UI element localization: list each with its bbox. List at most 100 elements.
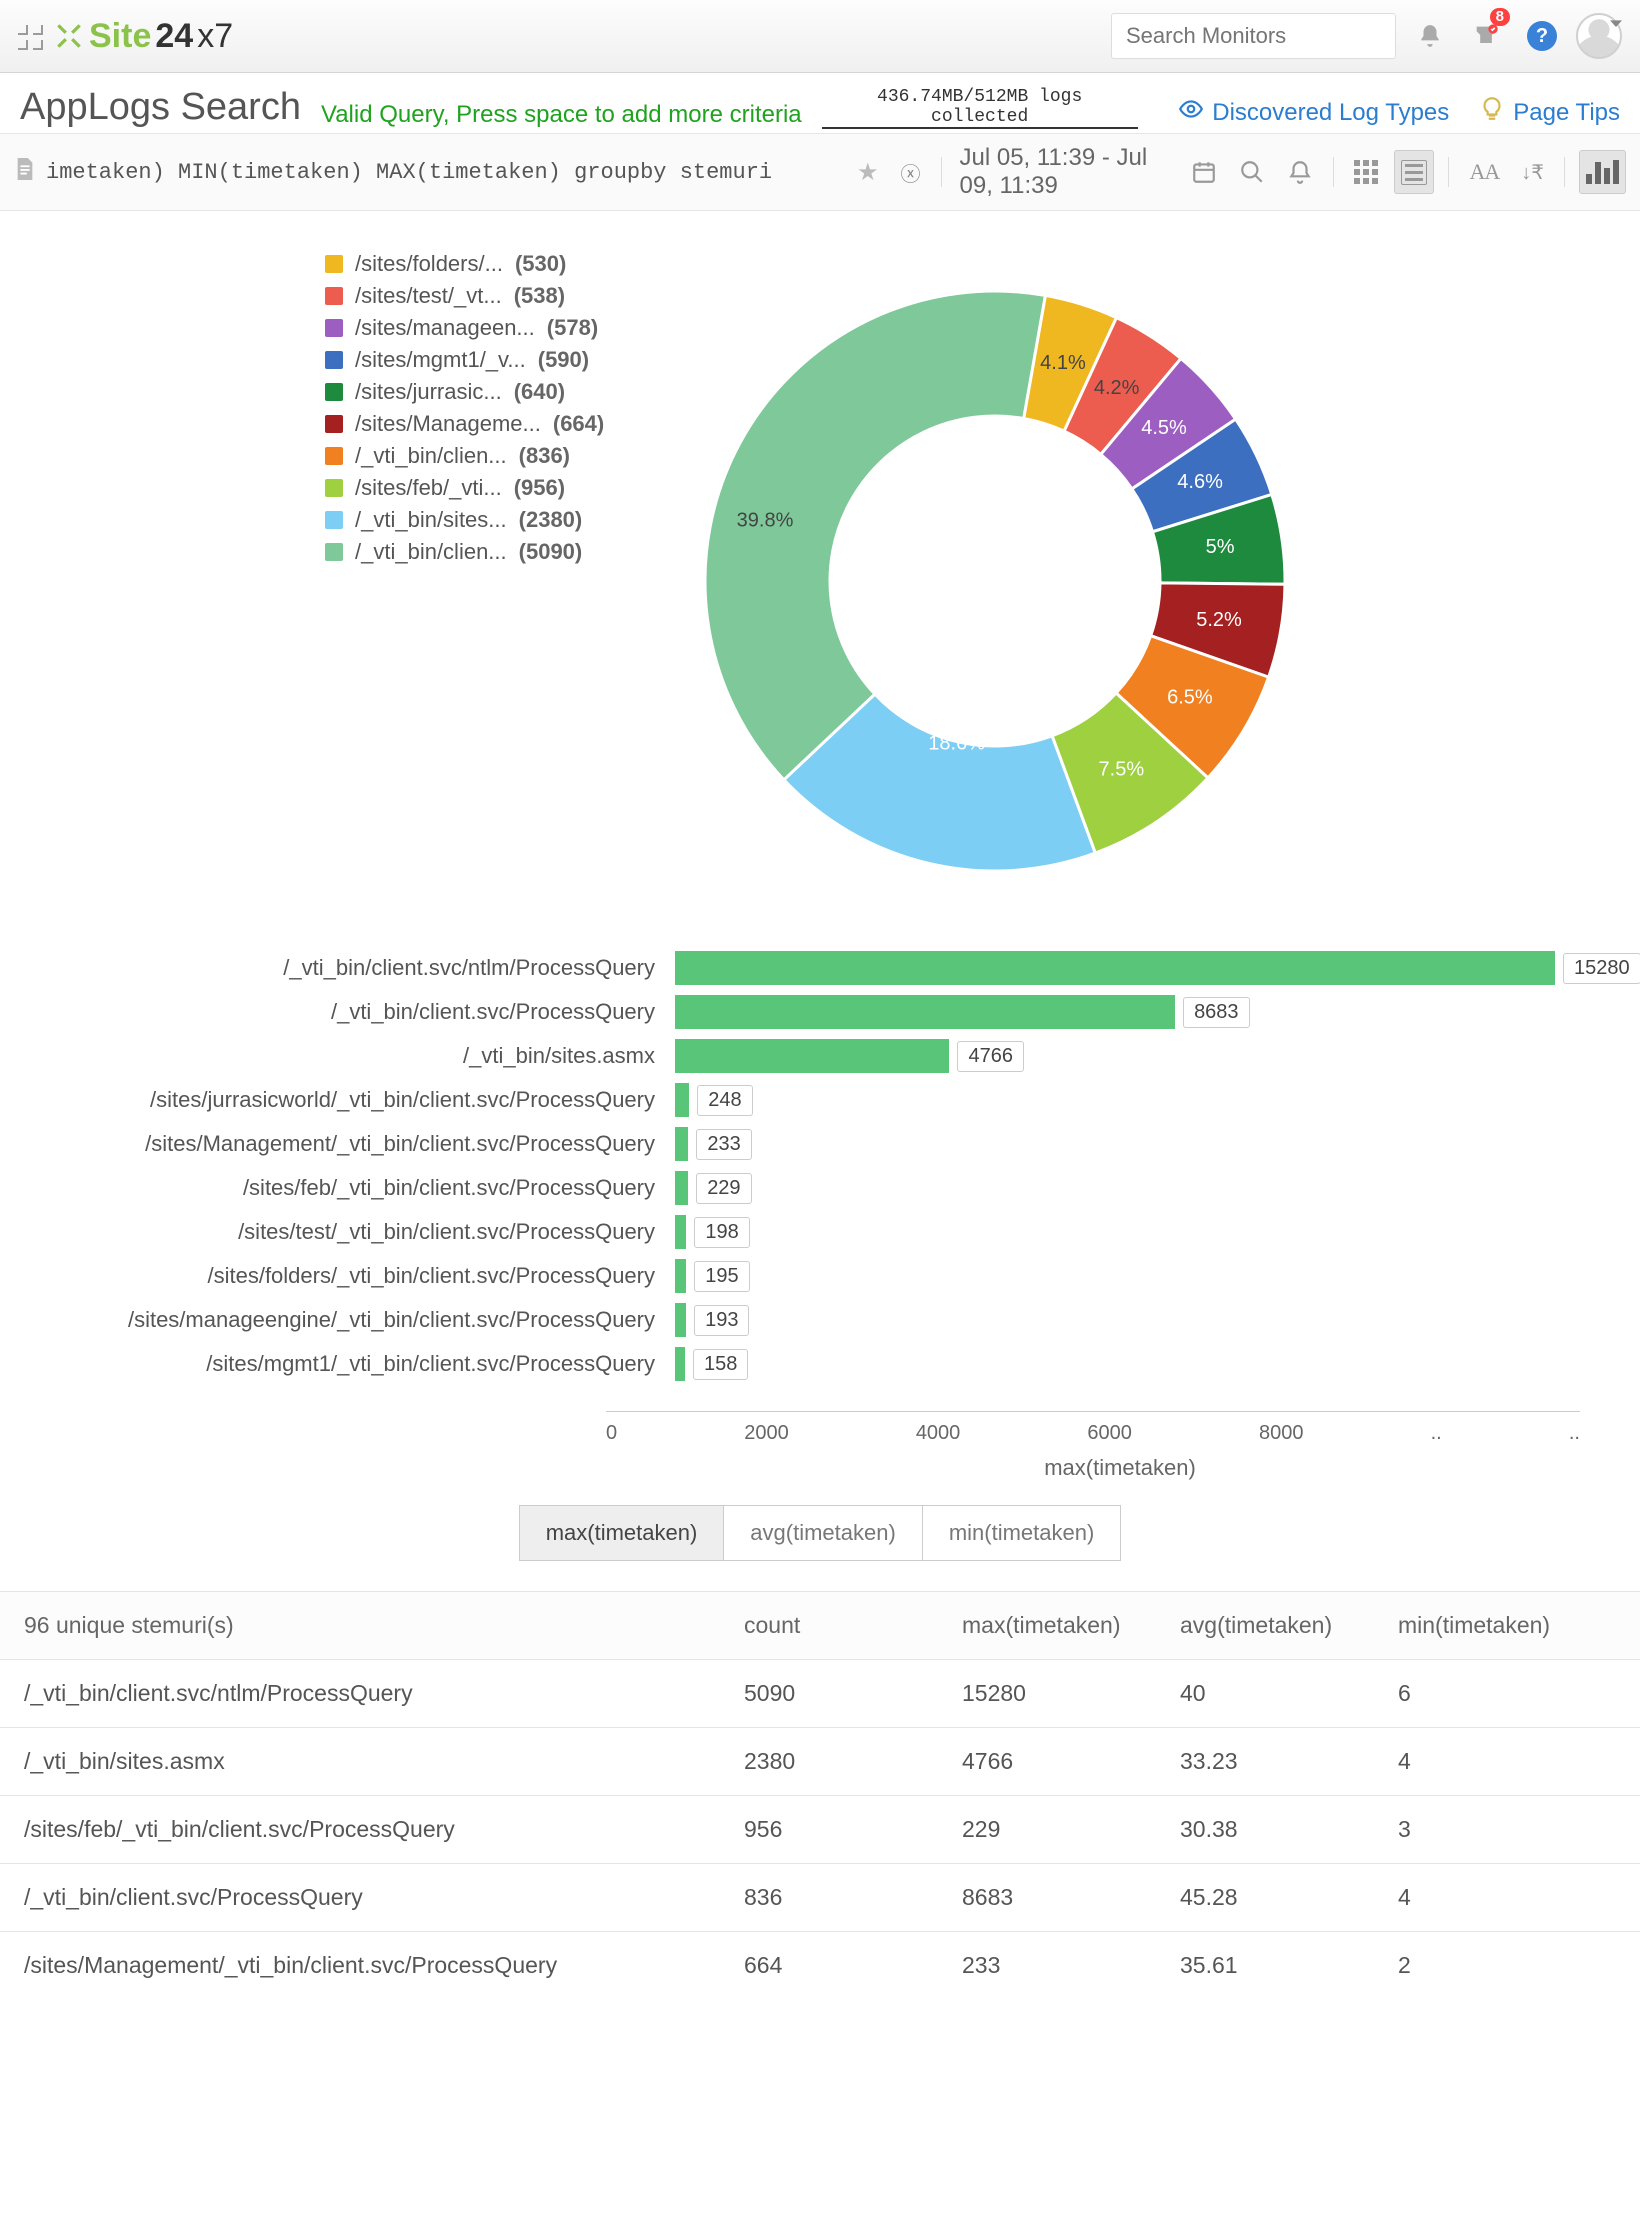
table-header: 96 unique stemuri(s) count max(timetaken… (0, 1591, 1640, 1659)
col-min[interactable]: min(timetaken) (1398, 1612, 1616, 1639)
bar-value: 229 (696, 1173, 751, 1204)
bar-x-title: max(timetaken) (0, 1455, 1640, 1481)
x-tick: 8000 (1259, 1422, 1304, 1445)
bar-row[interactable]: /sites/jurrasicworld/_vti_bin/client.svc… (60, 1083, 1580, 1117)
alert-bell-icon[interactable] (1281, 151, 1319, 193)
legend-item[interactable]: /sites/folders/... (530) (325, 251, 625, 277)
bar-row[interactable]: /_vti_bin/client.svc/ntlm/ProcessQuery15… (60, 951, 1580, 985)
legend-label: /_vti_bin/clien... (355, 443, 507, 469)
bar-row[interactable]: /sites/manageengine/_vti_bin/client.svc/… (60, 1303, 1580, 1337)
calendar-icon[interactable] (1185, 151, 1223, 193)
bar (675, 1215, 686, 1249)
cell-avg: 45.28 (1180, 1884, 1398, 1911)
query-status: Valid Query, Press space to add more cri… (321, 101, 802, 129)
bar-value: 15280 (1563, 953, 1640, 984)
brand-site: Site (89, 17, 151, 56)
avatar-menu[interactable] (1576, 13, 1622, 59)
query-text[interactable]: imetaken) MIN(timetaken) MAX(timetaken) … (46, 160, 841, 185)
table-row[interactable]: /_vti_bin/client.svc/ntlm/ProcessQuery50… (0, 1659, 1640, 1727)
cell-min: 6 (1398, 1680, 1616, 1707)
document-icon[interactable] (14, 156, 36, 188)
search-input[interactable] (1111, 13, 1396, 59)
chart-tab[interactable]: avg(timetaken) (724, 1506, 923, 1560)
table-row[interactable]: /_vti_bin/sites.asmx2380476633.234 (0, 1727, 1640, 1795)
cell-uri: /sites/feb/_vti_bin/client.svc/ProcessQu… (24, 1816, 744, 1843)
donut-chart[interactable]: 4.1%4.2%4.5%4.6%5%5.2%6.5%7.5%18.6%39.8% (655, 241, 1335, 921)
cell-min: 2 (1398, 1952, 1616, 1979)
titlebar: Site24x7 8 ? (0, 0, 1640, 73)
legend-item[interactable]: /sites/mgmt1/_v... (590) (325, 347, 625, 373)
table-row[interactable]: /_vti_bin/client.svc/ProcessQuery8368683… (0, 1863, 1640, 1931)
bar-row[interactable]: /sites/feb/_vti_bin/client.svc/ProcessQu… (60, 1171, 1580, 1205)
swatch-icon (325, 447, 343, 465)
col-max[interactable]: max(timetaken) (962, 1612, 1180, 1639)
swatch-icon (325, 255, 343, 273)
table-row[interactable]: /sites/Management/_vti_bin/client.svc/Pr… (0, 1931, 1640, 1999)
cell-min: 3 (1398, 1816, 1616, 1843)
bar-label: /_vti_bin/client.svc/ProcessQuery (60, 999, 665, 1025)
legend-item[interactable]: /_vti_bin/sites... (2380) (325, 507, 625, 533)
chart-tab[interactable]: max(timetaken) (520, 1506, 725, 1560)
bar-row[interactable]: /sites/folders/_vti_bin/client.svc/Proce… (60, 1259, 1580, 1293)
logs-collected: 436.74MB/512MB logs collected (822, 85, 1138, 129)
list-view-icon[interactable] (1394, 150, 1434, 194)
bar-row[interactable]: /sites/mgmt1/_vti_bin/client.svc/Process… (60, 1347, 1580, 1381)
app-grid-icon[interactable] (18, 25, 41, 48)
swatch-icon (325, 543, 343, 561)
bar (675, 1127, 688, 1161)
cell-uri: /_vti_bin/client.svc/ntlm/ProcessQuery (24, 1680, 744, 1707)
bar-x-axis: 02000400060008000.... (606, 1411, 1580, 1449)
legend-item[interactable]: /sites/test/_vt... (538) (325, 283, 625, 309)
chart-tab[interactable]: min(timetaken) (923, 1506, 1120, 1560)
cell-avg: 35.61 (1180, 1952, 1398, 1979)
legend-count: (2380) (519, 507, 583, 533)
x-tick: .. (1431, 1422, 1442, 1445)
bar-row[interactable]: /sites/test/_vti_bin/client.svc/ProcessQ… (60, 1215, 1580, 1249)
legend-label: /sites/folders/... (355, 251, 503, 277)
legend-count: (836) (519, 443, 570, 469)
chart-view-icon[interactable] (1579, 150, 1626, 194)
grid-view-icon[interactable] (1348, 151, 1384, 193)
legend-item[interactable]: /sites/Manageme... (664) (325, 411, 625, 437)
table-row[interactable]: /sites/feb/_vti_bin/client.svc/ProcessQu… (0, 1795, 1640, 1863)
brand-logo[interactable]: Site24x7 (53, 17, 233, 56)
svg-text:4.1%: 4.1% (1040, 352, 1086, 374)
swatch-icon (325, 287, 343, 305)
star-icon[interactable]: ★ (851, 151, 885, 193)
clear-icon[interactable]: ⓧ (895, 151, 927, 193)
bar-row[interactable]: /_vti_bin/sites.asmx4766 (60, 1039, 1580, 1073)
search-icon[interactable] (1233, 151, 1271, 193)
legend-label: /_vti_bin/clien... (355, 539, 507, 565)
inbox-icon[interactable]: 8 (1464, 14, 1508, 58)
bar-row[interactable]: /_vti_bin/client.svc/ProcessQuery 8683 (60, 995, 1580, 1029)
cell-count: 664 (744, 1952, 962, 1979)
help-icon[interactable]: ? (1520, 14, 1564, 58)
legend-item[interactable]: /sites/jurrasic... (640) (325, 379, 625, 405)
cell-count: 956 (744, 1816, 962, 1843)
font-size-icon[interactable]: AA (1463, 151, 1505, 193)
swatch-icon (325, 479, 343, 497)
legend-item[interactable]: /sites/feb/_vti... (956) (325, 475, 625, 501)
col-count[interactable]: count (744, 1612, 962, 1639)
bell-icon[interactable] (1408, 14, 1452, 58)
bar-value: 4766 (957, 1041, 1024, 1072)
legend-item[interactable]: /_vti_bin/clien... (5090) (325, 539, 625, 565)
bar-value: 8683 (1183, 997, 1250, 1028)
page-tips-link[interactable]: Page Tips (1479, 96, 1620, 129)
legend-label: /sites/feb/_vti... (355, 475, 502, 501)
legend-item[interactable]: /_vti_bin/clien... (836) (325, 443, 625, 469)
date-range[interactable]: Jul 05, 11:39 - Jul 09, 11:39 (956, 144, 1176, 200)
discovered-log-types-link[interactable]: Discovered Log Types (1178, 96, 1449, 129)
legend-label: /sites/Manageme... (355, 411, 541, 437)
col-avg[interactable]: avg(timetaken) (1180, 1612, 1398, 1639)
svg-text:6.5%: 6.5% (1167, 687, 1213, 709)
bar-row[interactable]: /sites/Management/_vti_bin/client.svc/Pr… (60, 1127, 1580, 1161)
cell-count: 836 (744, 1884, 962, 1911)
legend-item[interactable]: /sites/manageen... (578) (325, 315, 625, 341)
svg-text:7.5%: 7.5% (1099, 758, 1145, 780)
swatch-icon (325, 351, 343, 369)
cell-avg: 40 (1180, 1680, 1398, 1707)
bar-label: /sites/feb/_vti_bin/client.svc/ProcessQu… (60, 1175, 665, 1201)
sort-icon[interactable]: ↓₹ (1515, 151, 1550, 193)
tips-label: Page Tips (1513, 99, 1620, 127)
